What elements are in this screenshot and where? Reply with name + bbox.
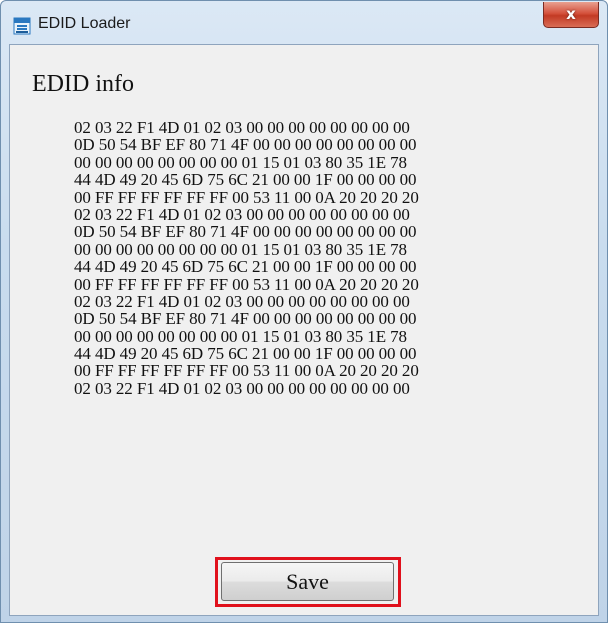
app-icon xyxy=(13,17,31,35)
edid-loader-window: EDID Loader x EDID info 02 03 22 F1 4D 0… xyxy=(0,0,608,623)
hex-line: 0D 50 54 BF EF 80 71 4F 00 00 00 00 00 0… xyxy=(74,135,417,155)
hex-line: 44 4D 49 20 45 6D 75 6C 21 00 00 1F 00 0… xyxy=(74,257,417,277)
hex-line: 00 00 00 00 00 00 00 00 01 15 01 03 80 3… xyxy=(74,326,407,346)
hex-line: 00 00 00 00 00 00 00 00 01 15 01 03 80 3… xyxy=(74,152,407,172)
hex-line: 02 03 22 F1 4D 01 02 03 00 00 00 00 00 0… xyxy=(74,118,410,137)
hex-line: 02 03 22 F1 4D 01 02 03 00 00 00 00 00 0… xyxy=(74,378,410,398)
save-button[interactable]: Save xyxy=(221,562,394,601)
hex-line: 00 FF FF FF FF FF FF 00 53 11 00 0A 20 2… xyxy=(74,361,419,381)
close-icon: x xyxy=(566,5,576,23)
window-title: EDID Loader xyxy=(38,15,131,32)
hex-line: 0D 50 54 BF EF 80 71 4F 00 00 00 00 00 0… xyxy=(74,309,417,329)
hex-line: 00 00 00 00 00 00 00 00 01 15 01 03 80 3… xyxy=(74,239,407,259)
hex-line: 00 FF FF FF FF FF FF 00 53 11 00 0A 20 2… xyxy=(74,274,419,294)
hex-line: 02 03 22 F1 4D 01 02 03 00 00 00 00 00 0… xyxy=(74,204,410,224)
edid-info-label: EDID info xyxy=(32,71,134,97)
hex-line: 00 FF FF FF FF FF FF 00 53 11 00 0A 20 2… xyxy=(74,187,419,207)
hex-line: 44 4D 49 20 45 6D 75 6C 21 00 00 1F 00 0… xyxy=(74,170,417,190)
hex-line: 44 4D 49 20 45 6D 75 6C 21 00 00 1F 00 0… xyxy=(74,344,417,364)
title-bar[interactable]: EDID Loader x xyxy=(1,1,607,43)
hex-line: 02 03 22 F1 4D 01 02 03 00 00 00 00 00 0… xyxy=(74,291,410,311)
close-button[interactable]: x xyxy=(543,2,599,28)
edid-hex-dump: 02 03 22 F1 4D 01 02 03 00 00 00 00 00 0… xyxy=(74,118,554,398)
hex-line: 0D 50 54 BF EF 80 71 4F 00 00 00 00 00 0… xyxy=(74,222,417,242)
